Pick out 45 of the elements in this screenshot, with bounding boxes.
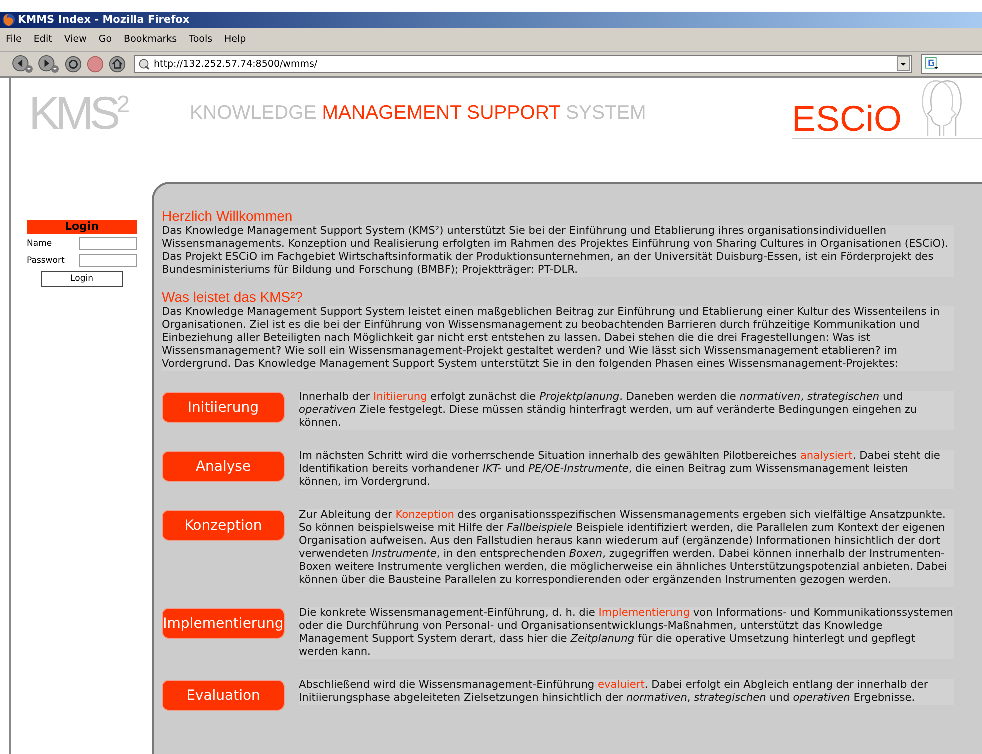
- forward-icon[interactable]: [38, 54, 61, 74]
- menu-item[interactable]: Edit: [34, 34, 52, 45]
- paragraph: Das Knowledge Management Support System leistet einen maßgeblichen Beitrag zur Einführung und Etablierung einer Kultur des Wissenteilens in Organisationen. Ziel ist es die bei der Einführung von Wissensmanagement zu beobachtenden Barrieren durch frühzeitige Kommunikation und Einbeziehung aller Beteiligten nach Möglichkeit gar nicht erst entstehen zu lassen. Dabei stehen die die drei Fragestellungen: Was ist Wissensmanagement? Wie soll ein Wissensmanagement-Projekt gestaltet werden? und Wie lässt sich Wissensmanagement etablieren? im Vordergrund. Das Knowledge Management Support System unterstützt Sie in den folgenden Phasen eines Wissensmanagement-Projektes:: [162, 306, 954, 371]
- section-heading: Was leistet das KMS²?: [162, 289, 304, 305]
- menu-item[interactable]: Go: [98, 34, 112, 45]
- login-title: Login: [27, 220, 137, 234]
- menu-item[interactable]: Tools: [189, 34, 213, 45]
- phase-link[interactable]: analysiert: [800, 450, 853, 462]
- phase-button[interactable]: Konzeption: [162, 510, 285, 541]
- menu-item[interactable]: View: [64, 34, 87, 45]
- phase-link[interactable]: Initiierung: [373, 391, 428, 403]
- menu-item[interactable]: File: [6, 34, 22, 45]
- partner-logo: ESCiO: [792, 98, 902, 140]
- browser-logo-icon: [2, 13, 16, 27]
- phase-description: Innerhalb der Initiierung erfolgt zunächst die Projektplanung. Daneben werden die normativen, strategischen und operativen Ziele festgelegt. Diese müssen ständig hinterfragt werden, um auf veränderte Bedingungen eingehen zu können.: [299, 391, 954, 430]
- address-field[interactable]: http://132.252.57.74:8500/wmms/: [134, 55, 912, 73]
- page-icon: [138, 58, 150, 70]
- section-heading: Herzlich Willkommen: [162, 208, 294, 224]
- phase-button[interactable]: Implementierung: [162, 608, 285, 639]
- dropdown-icon[interactable]: [897, 56, 910, 72]
- paragraph: Das Knowledge Management Support System (KMS²) unterstützt Sie bei der Einführung und Etablierung ihres organisationsindividuellen Wissensmanagements. Konzeption und Realisierung erfolgten im Rahmen des Projektes Einführung von Sharing Cultures in Organisationen (ESCiO). Das Projekt ESCiO im Fachgebiet Wirtschaftsinformatik der Produktionsunternehmen, an der Universität Duisburg-Essen, ist ein Förderprojekt des Bundesministeriums für Bildung und Forschung (BMBF); Projektträger: PT-DLR.: [162, 225, 954, 277]
- menu-item[interactable]: Bookmarks: [124, 34, 178, 45]
- phase-link[interactable]: evaluiert: [598, 679, 645, 691]
- search-engine-icon: [925, 57, 939, 71]
- phase-description: Zur Ableitung der Konzeption des organisationsspezifischen Wissensmanagements ergeben sich vielfältige Ansatzpunkte. So können beispielsweise mit Hilfe der Fallbeispiele Beispiele identifiziert werden, die Parallelen zum Kontext der eigenen Organisation aufweisen. Aus den Fallstudien heraus kann wiederum auf (ergänzende) Informationen hinsichtlich der dort verwendeten Instrumente, in den entsprechenden Boxen, zugegriffen werden. Dabei können innerhalb der Instrumenten-Boxen weitere Instrumente verglichen werden, die möglicherweise ein ähnliches Unterstützungspotenzial anbieten. Dabei können über die Bausteine Parallelen zu korrespondierenden oder ergänzenden Instrumenten gezogen werden.: [299, 509, 954, 587]
- phase-description: Im nächsten Schritt wird die vorherrschende Situation innerhalb des gewählten Pilotbereiches analysiert. Dabei steht die Identifikation bereits vorhandener IKT- und PE/OE-Instrumente, die einen Beitrag zum Wissensmanagement leisten können, im Vordergrund.: [299, 450, 954, 489]
- back-icon[interactable]: [12, 54, 35, 74]
- input-field[interactable]: [79, 237, 137, 250]
- field-label: Name: [27, 238, 52, 248]
- login-button[interactable]: Login: [41, 271, 123, 287]
- search-field[interactable]: [921, 54, 982, 74]
- window-title: KMMS Index - Mozilla Firefox: [18, 14, 190, 26]
- phase-button[interactable]: Evaluation: [162, 680, 285, 711]
- home-icon[interactable]: [108, 54, 127, 74]
- field-label: Passwort: [27, 256, 65, 266]
- input-field[interactable]: [79, 254, 137, 267]
- phase-link[interactable]: Konzeption: [396, 509, 454, 521]
- reload-icon[interactable]: [64, 54, 83, 74]
- site-title: KNOWLEDGE MANAGEMENT SUPPORT SYSTEM: [190, 102, 646, 125]
- phase-button[interactable]: Analyse: [162, 451, 285, 482]
- phase-description: Die konkrete Wissensmanagement-Einführung, d. h. die Implementierung von Informations- und Kommunikationssystemen oder die Durchführung von Personal- und Organisationsentwicklungs-Maßnahmen, unterstützt das Knowledge Management Support System derart, dass hier die Zeitplanung für die operative Umsetzung hinterlegt und gepflegt werden kann.: [299, 607, 954, 659]
- phase-link[interactable]: Implementierung: [598, 607, 690, 619]
- phase-description: Abschließend wird die Wissensmanagement-Einführung evaluiert. Dabei erfolgt ein Abgleich entlang der innerhalb der Initiierungsphase abgeleiteten Zielsetzungen hinsichtlich der normativen, strategischen und operativen Ergebnisse.: [299, 679, 954, 705]
- menu-item[interactable]: Help: [224, 34, 246, 45]
- phase-button[interactable]: Initiierung: [162, 392, 285, 423]
